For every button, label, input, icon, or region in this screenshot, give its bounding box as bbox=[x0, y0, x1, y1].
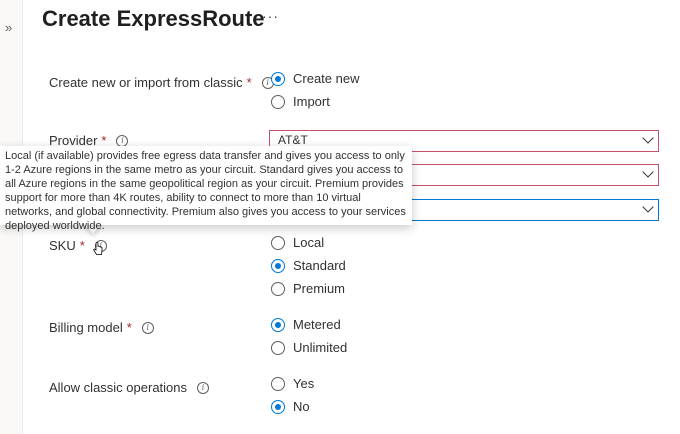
billing-model-label: Billing model * i bbox=[49, 320, 154, 335]
radio-billing-metered[interactable]: Metered bbox=[271, 317, 341, 332]
radio-button[interactable] bbox=[271, 376, 285, 391]
create-import-label: Create new or import from classic * i bbox=[49, 75, 274, 90]
radio-button-checked[interactable] bbox=[271, 258, 285, 273]
radio-button[interactable] bbox=[271, 340, 285, 355]
expand-icon[interactable]: » bbox=[5, 20, 12, 35]
page-title: Create ExpressRoute bbox=[42, 6, 265, 31]
radio-button[interactable] bbox=[271, 235, 285, 250]
radio-create-new[interactable]: Create new bbox=[271, 71, 359, 86]
radio-sku-standard[interactable]: Standard bbox=[271, 258, 346, 273]
required-marker: * bbox=[79, 238, 85, 253]
required-marker: * bbox=[246, 75, 252, 90]
radio-classic-yes[interactable]: Yes bbox=[271, 376, 314, 391]
chevron-down-icon bbox=[642, 201, 654, 213]
radio-button-checked[interactable] bbox=[271, 317, 285, 332]
info-icon[interactable]: i bbox=[141, 321, 154, 334]
radio-import[interactable]: Import bbox=[271, 94, 330, 109]
more-options-icon[interactable]: ··· bbox=[262, 8, 279, 24]
radio-classic-no[interactable]: No bbox=[271, 399, 310, 414]
allow-classic-label: Allow classic operations i bbox=[49, 380, 210, 395]
radio-button[interactable] bbox=[271, 281, 285, 296]
radio-button-checked[interactable] bbox=[271, 399, 285, 414]
required-marker: * bbox=[126, 320, 132, 335]
radio-button-checked[interactable] bbox=[271, 71, 285, 86]
info-icon[interactable]: i bbox=[116, 134, 129, 147]
radio-billing-unlimited[interactable]: Unlimited bbox=[271, 340, 347, 355]
chevron-down-icon bbox=[642, 166, 654, 178]
info-icon[interactable]: i bbox=[197, 381, 210, 394]
radio-sku-premium[interactable]: Premium bbox=[271, 281, 345, 296]
hand-cursor-icon bbox=[93, 242, 103, 255]
radio-sku-local[interactable]: Local bbox=[271, 235, 324, 250]
chevron-down-icon bbox=[642, 132, 654, 144]
radio-button[interactable] bbox=[271, 94, 285, 109]
sku-info-tooltip: Local (if available) provides free egres… bbox=[0, 146, 412, 232]
